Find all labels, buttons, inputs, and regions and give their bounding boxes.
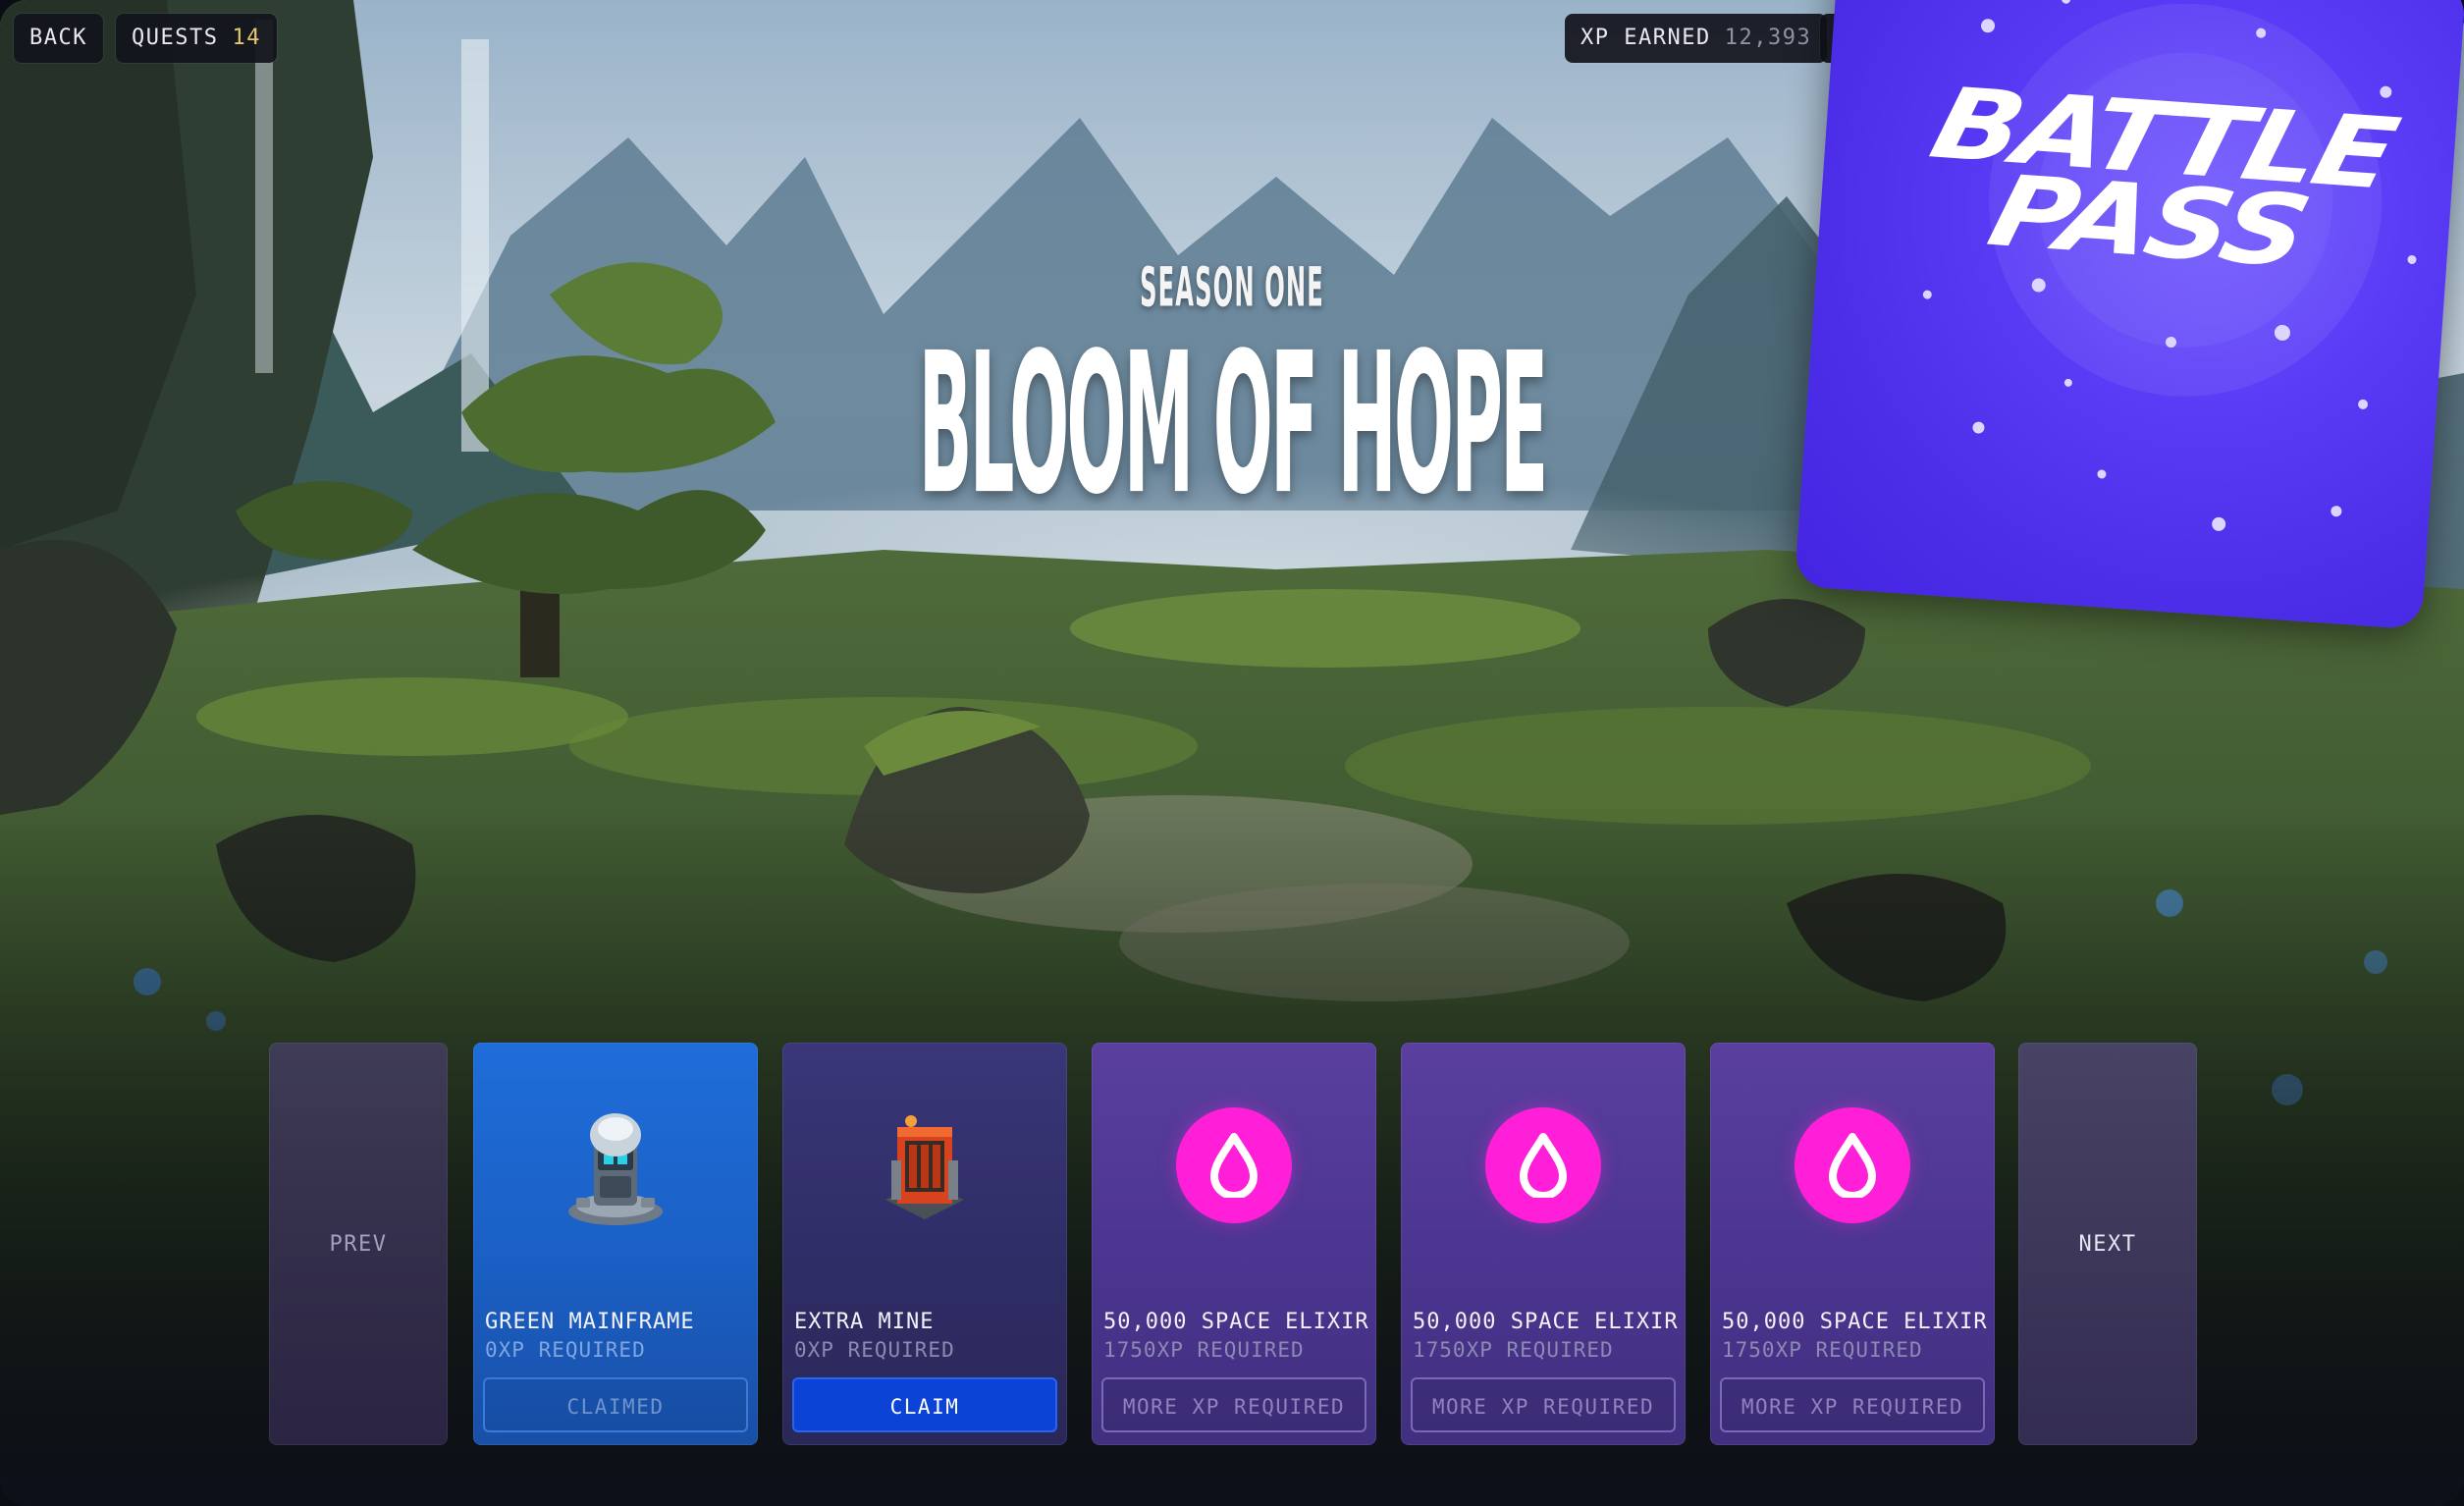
reward-requirement: 1750XP REQUIRED <box>1103 1338 1305 1362</box>
star-dot <box>2407 254 2417 265</box>
more-xp-required-button: MORE XP REQUIRED <box>1720 1377 1985 1432</box>
more-xp-required-button: MORE XP REQUIRED <box>1101 1377 1366 1432</box>
star-dot <box>2097 469 2107 479</box>
next-label: NEXT <box>2078 1231 2137 1257</box>
quests-count: 14 <box>232 26 261 50</box>
reward-card-space-elixir: 50,000 SPACE ELIXIR 1750XP REQUIRED MORE… <box>1710 1043 1995 1445</box>
reward-name: 50,000 SPACE ELIXIR <box>1722 1310 1988 1334</box>
reward-requirement: 0XP REQUIRED <box>794 1338 955 1362</box>
reward-requirement: 0XP REQUIRED <box>485 1338 646 1362</box>
xp-label: XP EARNED <box>1580 26 1711 50</box>
back-button[interactable]: BACK <box>14 14 103 63</box>
xp-value: 12,393 <box>1724 26 1812 50</box>
next-button[interactable]: NEXT <box>2018 1043 2197 1445</box>
season-label: SEASON ONE <box>1140 256 1324 320</box>
reward-card-space-elixir: 50,000 SPACE ELIXIR 1750XP REQUIRED MORE… <box>1401 1043 1686 1445</box>
star-dot <box>2061 0 2071 5</box>
elixir-drop-icon <box>1176 1107 1292 1223</box>
claim-button[interactable]: CLAIM <box>792 1377 1057 1432</box>
reward-name: EXTRA MINE <box>794 1310 935 1334</box>
mainframe-icon <box>568 1113 663 1225</box>
reward-name: 50,000 SPACE ELIXIR <box>1103 1310 1369 1334</box>
star-dot <box>1980 18 1996 33</box>
reward-requirement: 1750XP REQUIRED <box>1413 1338 1614 1362</box>
mine-icon <box>885 1115 964 1219</box>
more-xp-required-button: MORE XP REQUIRED <box>1411 1377 1676 1432</box>
reward-name: GREEN MAINFRAME <box>485 1310 695 1334</box>
battle-pass-badge: BATTLE PASS <box>1794 0 2464 630</box>
star-dot <box>1922 290 1933 299</box>
reward-card-extra-mine: EXTRA MINE 0XP REQUIRED CLAIM <box>782 1043 1067 1445</box>
reward-requirement: 1750XP REQUIRED <box>1722 1338 1923 1362</box>
reward-name: 50,000 SPACE ELIXIR <box>1413 1310 1679 1334</box>
elixir-drop-icon <box>1794 1107 1910 1223</box>
star-dot <box>2211 516 2226 532</box>
claimed-button: CLAIMED <box>483 1377 748 1432</box>
quests-label: QUESTS <box>132 26 219 50</box>
star-dot <box>2330 505 2342 517</box>
reward-card-green-mainframe: GREEN MAINFRAME 0XP REQUIRED CLAIMED <box>473 1043 758 1445</box>
prev-label: PREV <box>329 1231 388 1257</box>
star-dot <box>2357 399 2369 410</box>
xp-earned-display: XP EARNED 12,393 <box>1565 14 1828 63</box>
reward-card-space-elixir: 50,000 SPACE ELIXIR 1750XP REQUIRED MORE… <box>1092 1043 1376 1445</box>
prev-button[interactable]: PREV <box>269 1043 448 1445</box>
star-dot <box>2063 378 2073 388</box>
season-title: BLOOM OF HOPE <box>918 312 1549 538</box>
badge-line-2: PASS <box>1978 153 2318 289</box>
elixir-drop-icon <box>1485 1107 1601 1223</box>
back-label: BACK <box>29 26 87 50</box>
quests-button[interactable]: QUESTS 14 <box>116 14 277 63</box>
star-dot <box>1972 421 1985 434</box>
